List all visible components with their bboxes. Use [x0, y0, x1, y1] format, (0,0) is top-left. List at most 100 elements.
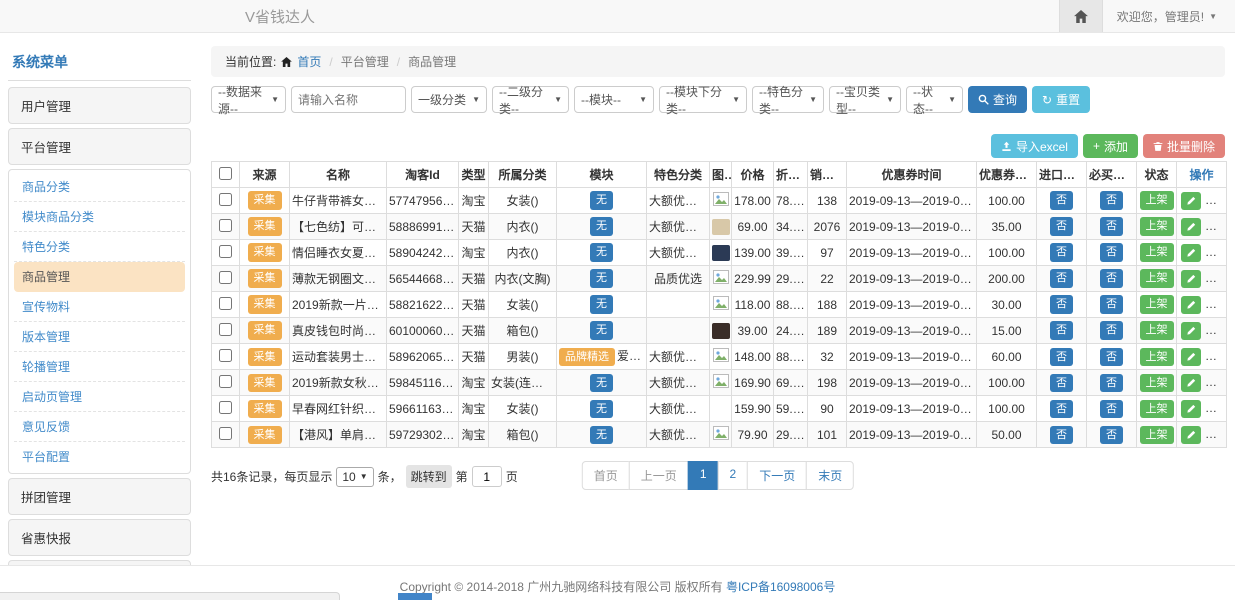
imported-toggle[interactable]: 否	[1050, 374, 1073, 392]
filter-input-product-name[interactable]	[298, 93, 399, 107]
pager-item[interactable]: 上一页	[629, 461, 689, 490]
edit-button[interactable]	[1181, 270, 1201, 288]
sidebar-submenu-item[interactable]: 商品管理	[14, 262, 185, 292]
pager-item[interactable]: 2	[718, 461, 749, 490]
filter-select-module[interactable]: --模块--▼	[574, 86, 654, 113]
edit-button[interactable]	[1181, 400, 1201, 418]
user-menu[interactable]: 欢迎您，管理员! ▼	[1103, 0, 1235, 32]
status-toggle[interactable]: 上架	[1140, 348, 1174, 366]
filter-select-level2-category[interactable]: --二级分类--▼	[492, 86, 569, 113]
sidebar-submenu-item[interactable]: 宣传物料	[14, 292, 185, 322]
status-toggle[interactable]: 上架	[1140, 426, 1174, 444]
pager-item[interactable]: 下一页	[747, 461, 807, 490]
sidebar-submenu-item[interactable]: 轮播管理	[14, 352, 185, 382]
import-excel-button[interactable]: 导入excel	[991, 134, 1078, 158]
imported-toggle[interactable]: 否	[1050, 348, 1073, 366]
must-buy-toggle[interactable]: 否	[1100, 321, 1123, 339]
row-checkbox[interactable]	[219, 401, 232, 414]
row-checkbox[interactable]	[219, 323, 232, 336]
sidebar-submenu-item[interactable]: 模块商品分类	[14, 202, 185, 232]
sidebar-panel[interactable]: 平台管理	[8, 128, 191, 165]
imported-toggle[interactable]: 否	[1050, 400, 1073, 418]
sidebar-submenu-item[interactable]: 意见反馈	[14, 412, 185, 442]
sidebar-submenu-item[interactable]: 商品分类	[14, 172, 185, 202]
add-button[interactable]: + 添加	[1083, 134, 1138, 158]
imported-toggle[interactable]: 否	[1050, 269, 1073, 287]
pager-item[interactable]: 1	[688, 461, 719, 490]
row-checkbox[interactable]	[219, 349, 232, 362]
sidebar-panel[interactable]: 省惠快报	[8, 519, 191, 556]
sidebar-submenu-item[interactable]: 平台配置	[14, 442, 185, 471]
must-buy-toggle[interactable]: 否	[1100, 426, 1123, 444]
imported-toggle[interactable]: 否	[1050, 217, 1073, 235]
filter-select-module-subcategory[interactable]: --模块下分类--▼	[659, 86, 747, 113]
must-buy-toggle[interactable]: 否	[1100, 269, 1123, 287]
status-toggle[interactable]: 上架	[1140, 243, 1174, 261]
batch-delete-button[interactable]: 批量删除	[1143, 134, 1225, 158]
jump-page-input[interactable]	[472, 466, 502, 487]
imported-toggle[interactable]: 否	[1050, 321, 1073, 339]
icp-link[interactable]: 粤ICP备16098006号	[726, 580, 835, 594]
edit-button[interactable]	[1181, 296, 1201, 314]
status-toggle[interactable]: 上架	[1140, 295, 1174, 313]
sidebar-submenu-item[interactable]: 版本管理	[14, 322, 185, 352]
status-toggle[interactable]: 上架	[1140, 321, 1174, 339]
imported-toggle[interactable]: 否	[1050, 191, 1073, 209]
module-badge: 无	[590, 295, 613, 313]
status-toggle[interactable]: 上架	[1140, 400, 1174, 418]
must-buy-toggle[interactable]: 否	[1100, 217, 1123, 235]
must-buy-toggle[interactable]: 否	[1100, 348, 1123, 366]
select-all-checkbox[interactable]	[219, 167, 232, 180]
filter-select-status[interactable]: --状态--▼	[906, 86, 963, 113]
edit-button[interactable]	[1181, 348, 1201, 366]
status-toggle[interactable]: 上架	[1140, 269, 1174, 287]
must-buy-toggle[interactable]: 否	[1100, 374, 1123, 392]
source-badge: 采集	[248, 400, 282, 418]
imported-toggle[interactable]: 否	[1050, 295, 1073, 313]
status-toggle[interactable]: 上架	[1140, 217, 1174, 235]
scrollbar-thumb[interactable]	[398, 593, 432, 600]
edit-button[interactable]	[1181, 374, 1201, 392]
row-checkbox[interactable]	[219, 219, 232, 232]
row-checkbox[interactable]	[219, 193, 232, 206]
sidebar-submenu-item[interactable]: 特色分类	[14, 232, 185, 262]
product-name-cell: 【七色纺】可爱纯棉家...	[290, 214, 387, 240]
module-badge: 无	[590, 217, 613, 235]
row-checkbox[interactable]	[219, 245, 232, 258]
filter-select-level1-category[interactable]: 一级分类▼	[411, 86, 487, 113]
feature-category-cell	[647, 318, 710, 344]
edit-button[interactable]	[1181, 218, 1201, 236]
must-buy-toggle[interactable]: 否	[1100, 243, 1123, 261]
must-buy-toggle[interactable]: 否	[1100, 295, 1123, 313]
coupon-amount-cell: 30.00	[977, 292, 1037, 318]
filter-select-item-type[interactable]: --宝贝类型--▼	[829, 86, 901, 113]
filter-select-feature-category[interactable]: --特色分类--▼	[752, 86, 824, 113]
imported-toggle[interactable]: 否	[1050, 243, 1073, 261]
jump-button[interactable]: 跳转到	[406, 465, 452, 488]
edit-button[interactable]	[1181, 244, 1201, 262]
must-buy-toggle[interactable]: 否	[1100, 191, 1123, 209]
page-size-select[interactable]: 10▼	[336, 467, 373, 487]
sidebar-panel[interactable]: 拼团管理	[8, 478, 191, 515]
filter-select-data-source[interactable]: --数据来源--▼	[211, 86, 286, 113]
edit-button[interactable]	[1181, 426, 1201, 444]
home-button[interactable]	[1059, 0, 1103, 32]
sidebar-submenu-item[interactable]: 启动页管理	[14, 382, 185, 412]
row-checkbox[interactable]	[219, 427, 232, 440]
row-checkbox[interactable]	[219, 297, 232, 310]
edit-button[interactable]	[1181, 322, 1201, 340]
search-button[interactable]: 查询	[968, 86, 1027, 113]
status-toggle[interactable]: 上架	[1140, 191, 1174, 209]
edit-button[interactable]	[1181, 192, 1201, 210]
status-toggle[interactable]: 上架	[1140, 374, 1174, 392]
must-buy-toggle[interactable]: 否	[1100, 400, 1123, 418]
pager-item[interactable]: 末页	[806, 461, 854, 490]
imported-toggle[interactable]: 否	[1050, 426, 1073, 444]
row-checkbox[interactable]	[219, 375, 232, 388]
row-checkbox[interactable]	[219, 271, 232, 284]
record-count-text: 共16条记录，每页显示	[211, 468, 332, 485]
reset-button[interactable]: ↻ 重置	[1032, 86, 1090, 113]
breadcrumb-home-link[interactable]: 首页	[297, 53, 321, 70]
pager-item[interactable]: 首页	[582, 461, 630, 490]
sidebar-panel[interactable]: 用户管理	[8, 87, 191, 124]
